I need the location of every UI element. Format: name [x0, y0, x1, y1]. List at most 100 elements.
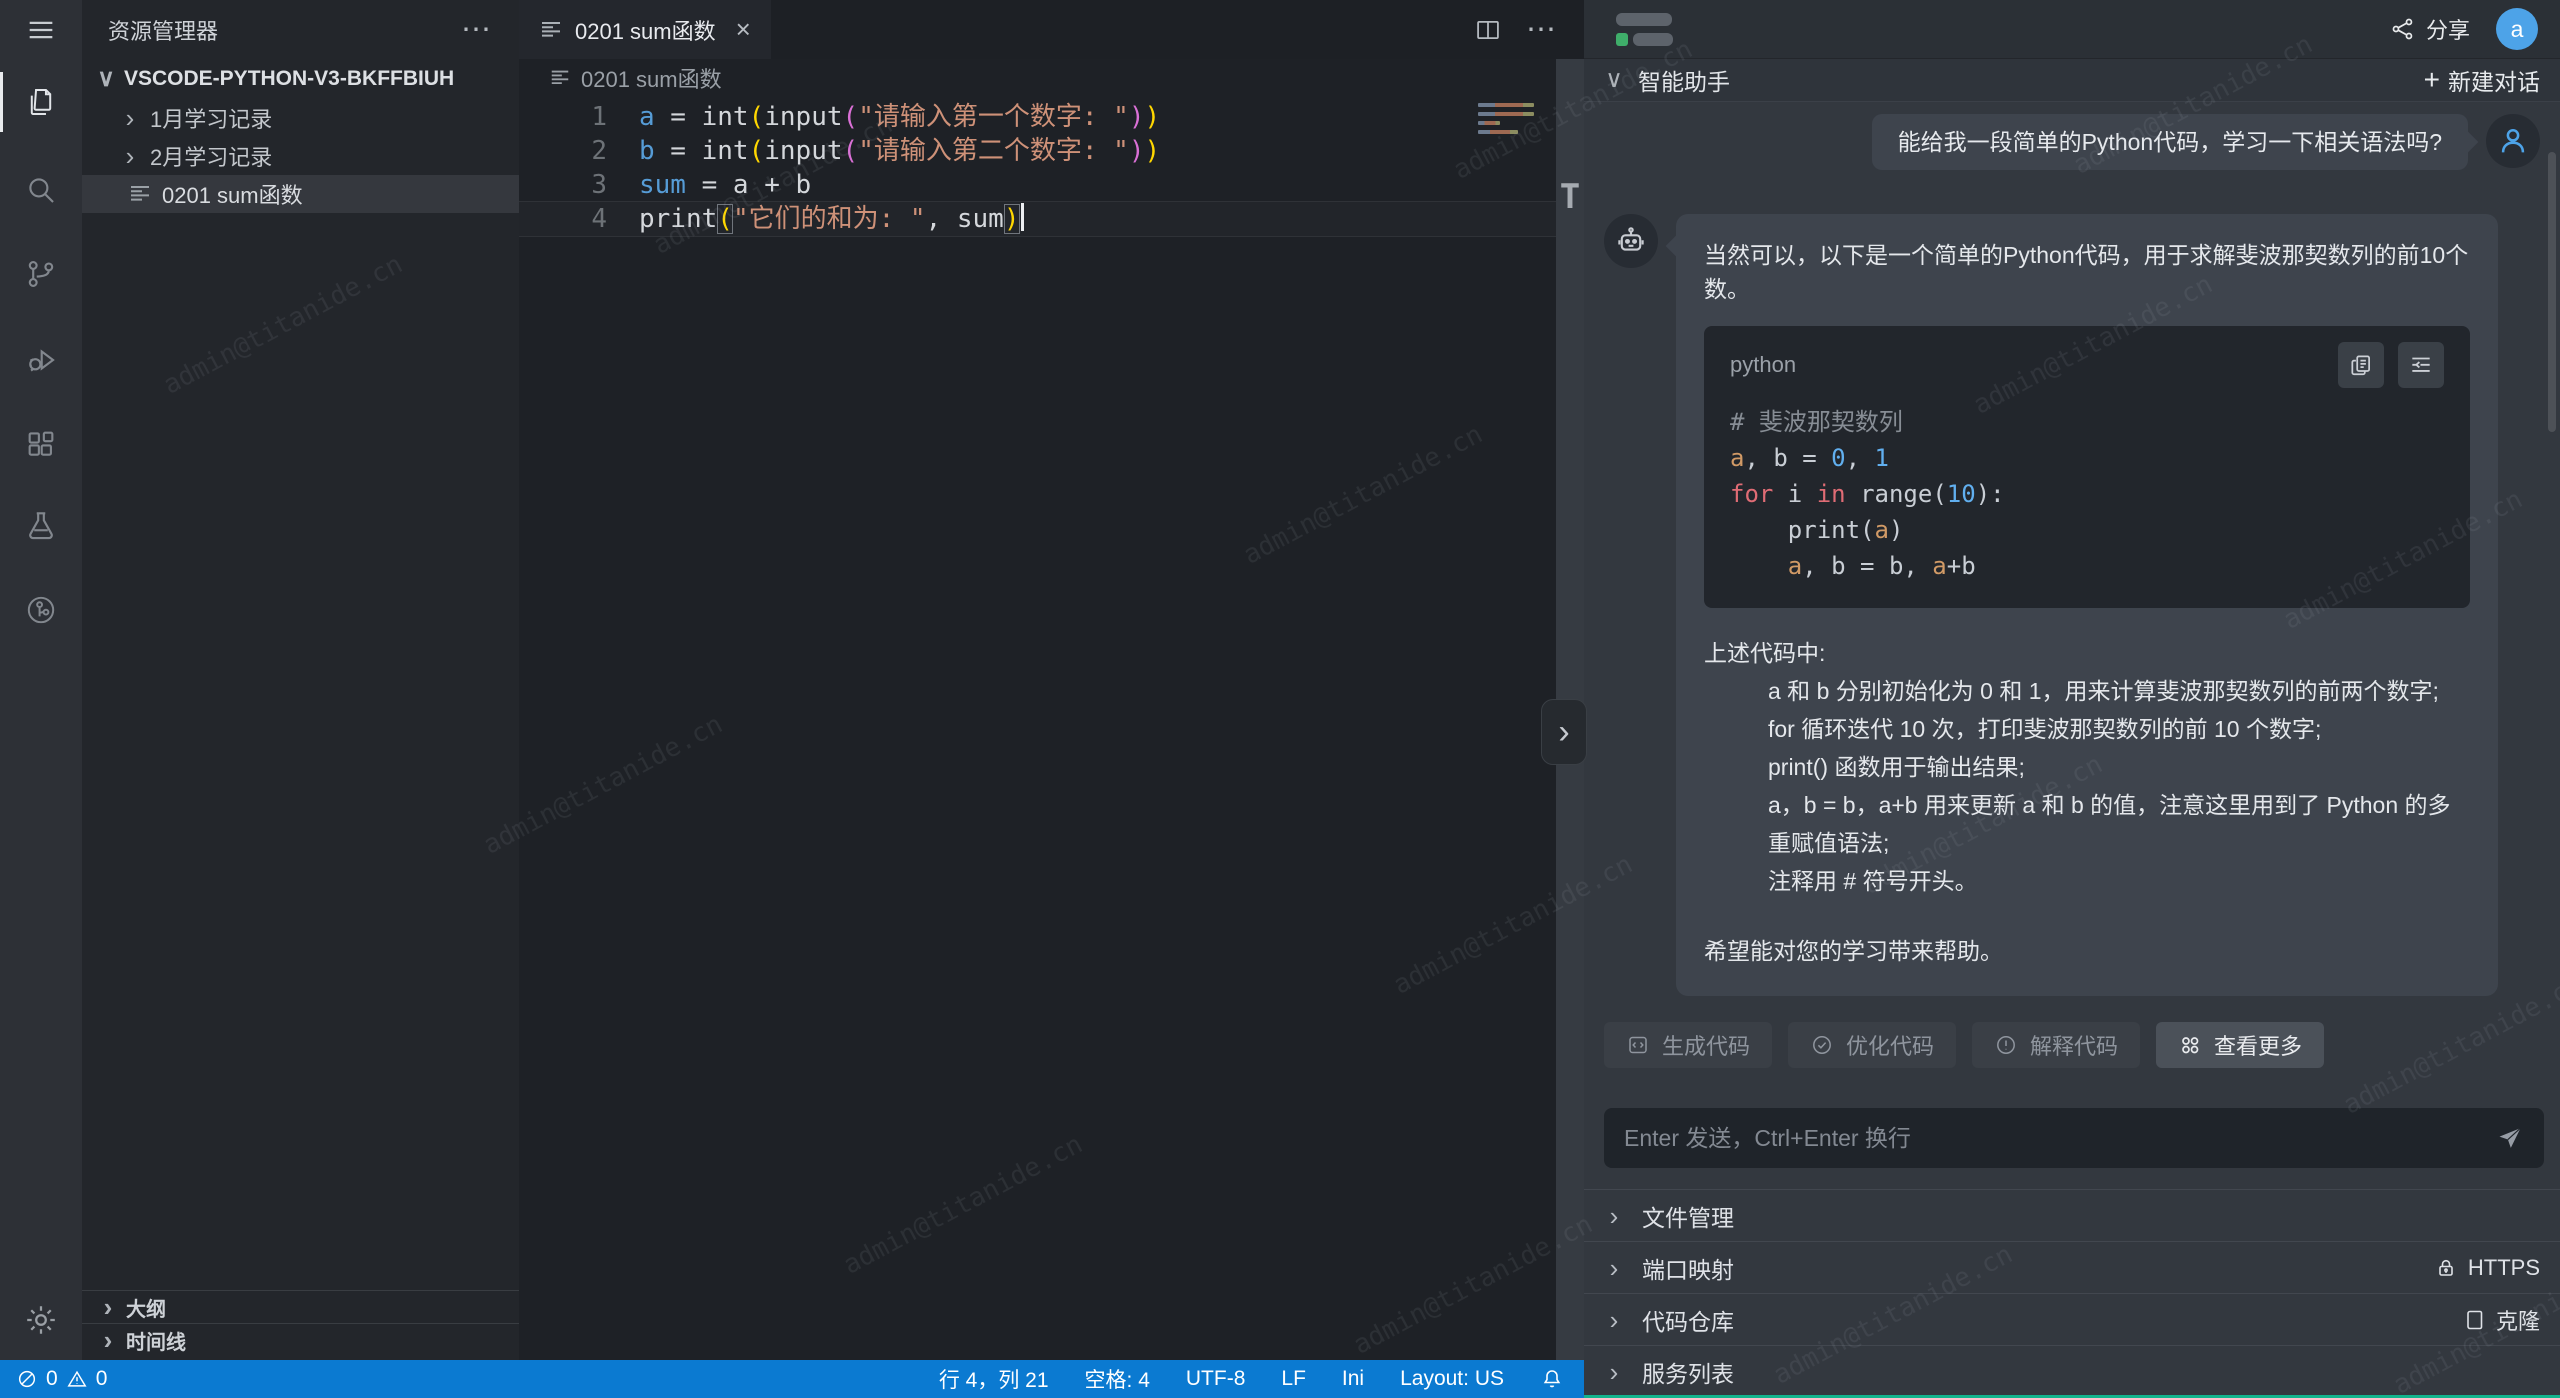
activitybar-source-control[interactable] — [0, 244, 82, 304]
activitybar-search[interactable] — [0, 160, 82, 220]
robot-icon — [1614, 224, 1648, 258]
chat-input[interactable] — [1624, 1125, 2496, 1152]
section-port-mapping[interactable]: › 端口映射 HTTPS — [1584, 1241, 2560, 1293]
assistant-panel: 分享 a ∨ 智能助手 + 新建对话 能给我一段简单的Python代码，学习一下… — [1584, 0, 2560, 1398]
encoding[interactable]: UTF-8 — [1186, 1367, 1246, 1391]
close-icon[interactable]: × — [736, 14, 751, 45]
https-badge[interactable]: HTTPS — [2434, 1255, 2540, 1281]
activitybar-extensions[interactable] — [0, 414, 82, 474]
explorer-sidebar: 资源管理器 ⋯ ∨ VSCODE-PYTHON-V3-BKFFBIUH › 1月… — [82, 0, 519, 1360]
clone-badge[interactable]: 克隆 — [2462, 1304, 2540, 1336]
status-bar: 0 0 行 4，列 21 空格: 4 UTF-8 LF Ini Layout: … — [0, 1360, 1584, 1398]
quick-actions-row: 生成代码 优化代码 解释代码 查看更多 — [1604, 1022, 2324, 1068]
activitybar-run-debug[interactable] — [0, 330, 82, 390]
explanation-item: a 和 b 分别初始化为 0 和 1，用来计算斐波那契数列的前两个数字; — [1768, 672, 2470, 710]
tree-root-folder[interactable]: ∨ VSCODE-PYTHON-V3-BKFFBIUH — [82, 59, 519, 99]
code-block-header: python — [1730, 342, 2444, 388]
cursor-position[interactable]: 行 4，列 21 — [939, 1364, 1049, 1394]
send-icon[interactable] — [2496, 1124, 2524, 1152]
explanation-intro: 上述代码中: — [1704, 634, 2470, 672]
more-actions-icon[interactable]: ⋯ — [1526, 20, 1558, 40]
error-icon — [16, 1368, 38, 1390]
optimize-code-button[interactable]: 优化代码 — [1788, 1022, 1956, 1068]
chevron-right-icon: › — [120, 106, 140, 130]
chat-scrollbar[interactable] — [2548, 152, 2556, 432]
code-area[interactable]: 1 a = int(input("请输入第一个数字: ")) 2 b = int… — [519, 97, 1584, 236]
drag-grip-icon[interactable] — [1616, 13, 1673, 46]
statusbar-right: 行 4，列 21 空格: 4 UTF-8 LF Ini Layout: US — [939, 1364, 1584, 1394]
language-mode[interactable]: Ini — [1342, 1367, 1364, 1391]
activitybar-testing[interactable] — [0, 496, 82, 556]
view-more-button[interactable]: 查看更多 — [2156, 1022, 2324, 1068]
eol-setting[interactable]: LF — [1281, 1367, 1306, 1391]
keyboard-layout[interactable]: Layout: US — [1400, 1367, 1504, 1391]
warning-count: 0 — [96, 1367, 108, 1391]
explanation-block: 上述代码中: a 和 b 分别初始化为 0 和 1，用来计算斐波那契数列的前两个… — [1704, 634, 2470, 970]
chat-code-line: a, b = b, a+b — [1730, 548, 2444, 584]
chat-code-line: # 斐波那契数列 — [1730, 404, 2444, 440]
chevron-right-icon: › — [1604, 1308, 1624, 1332]
section-label: 端口映射 — [1642, 1251, 1734, 1285]
section-label: 服务列表 — [1642, 1355, 1734, 1389]
settings-button[interactable] — [0, 1302, 82, 1338]
share-label: 分享 — [2426, 13, 2470, 45]
section-label: 代码仓库 — [1642, 1303, 1734, 1337]
panel-expand-button[interactable]: › — [1541, 699, 1587, 765]
code-line-3: 3 sum = a + b — [519, 168, 1584, 202]
new-chat-button[interactable]: + 新建对话 — [2424, 63, 2540, 97]
file-label: 0201 sum函数 — [162, 178, 303, 210]
repo-icon — [2462, 1308, 2486, 1332]
line-number: 1 — [519, 100, 607, 134]
explanation-item: for 循环迭代 10 次，打印斐波那契数列的前 10 个数字; — [1768, 710, 2470, 748]
closing-text: 希望能对您的学习带来帮助。 — [1704, 932, 2470, 970]
indent-setting[interactable]: 空格: 4 — [1085, 1364, 1150, 1394]
code-icon — [1626, 1033, 1650, 1057]
copy-code-button[interactable] — [2338, 342, 2384, 388]
line-number: 3 — [519, 168, 607, 202]
code-line-1: 1 a = int(input("请输入第一个数字: ")) — [519, 100, 1584, 134]
activitybar-explorer[interactable] — [0, 72, 82, 132]
breadcrumb-label: 0201 sum函数 — [581, 62, 722, 94]
grid-circles-icon — [2178, 1033, 2202, 1057]
explain-code-button[interactable]: 解释代码 — [1972, 1022, 2140, 1068]
editor-group: 0201 sum函数 × ⋯ 0201 sum函数 1 a = int(inpu… — [519, 0, 1584, 1360]
extensions-icon — [24, 427, 58, 461]
editor-tab[interactable]: 0201 sum函数 × — [519, 0, 771, 59]
new-chat-label: 新建对话 — [2448, 63, 2540, 97]
tree-item-file-selected[interactable]: 0201 sum函数 — [82, 175, 519, 213]
text-cursor — [1021, 203, 1024, 231]
section-file-manager[interactable]: › 文件管理 — [1584, 1189, 2560, 1241]
timeline-section[interactable]: › 时间线 — [82, 1323, 519, 1356]
hamburger-icon — [24, 13, 58, 47]
chevron-right-icon: › — [1604, 1360, 1624, 1384]
assistant-header: 分享 a — [1584, 0, 2560, 59]
search-icon — [24, 173, 58, 207]
generate-code-button[interactable]: 生成代码 — [1604, 1022, 1772, 1068]
menu-button[interactable] — [0, 0, 82, 59]
split-editor-icon[interactable] — [1474, 16, 1502, 44]
tree-item-folder-1[interactable]: › 1月学习记录 — [82, 99, 519, 137]
code-text: b = int(input("请输入第二个数字: ")) — [607, 134, 1160, 168]
user-avatar[interactable]: a — [2496, 8, 2538, 50]
breadcrumb[interactable]: 0201 sum函数 — [519, 59, 1584, 97]
outline-section[interactable]: › 大纲 — [82, 1290, 519, 1323]
assistant-section-header[interactable]: ∨ 智能助手 + 新建对话 — [1584, 59, 2560, 102]
tree-item-folder-2[interactable]: › 2月学习记录 — [82, 137, 519, 175]
chevron-down-icon: ∨ — [96, 67, 116, 91]
share-button[interactable]: 分享 — [2390, 13, 2470, 45]
problems-status[interactable]: 0 0 — [0, 1367, 107, 1391]
section-service-list[interactable]: › 服务列表 — [1584, 1345, 2560, 1397]
minimap[interactable] — [1478, 103, 1536, 139]
section-code-repo[interactable]: › 代码仓库 克隆 — [1584, 1293, 2560, 1345]
sidebar-bottom-sections: › 大纲 › 时间线 — [82, 1290, 519, 1356]
plus-icon: + — [2424, 70, 2440, 90]
insert-lines-icon — [2408, 352, 2434, 378]
chevron-right-icon: › — [1558, 713, 1569, 752]
chevron-right-icon: › — [120, 144, 140, 168]
activitybar-remote[interactable] — [0, 580, 82, 640]
insert-code-button[interactable] — [2398, 342, 2444, 388]
bell-icon[interactable] — [1540, 1367, 1564, 1391]
more-actions-icon[interactable]: ⋯ — [461, 20, 493, 40]
error-count: 0 — [46, 1367, 58, 1391]
chat-code-lines: # 斐波那契数列 a, b = 0, 1 for i in range(10):… — [1730, 404, 2444, 584]
